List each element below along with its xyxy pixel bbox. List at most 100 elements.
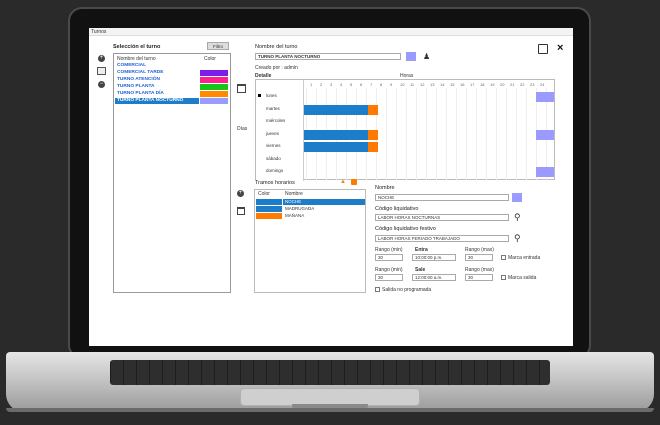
day-column: lunes martes miércoles jueves viernes sábado d… — [256, 80, 304, 181]
day-label: domingo — [266, 168, 284, 173]
shift-list-item[interactable]: TURNO PLANTA NOCTURNO — [115, 98, 199, 104]
shift-list-item[interactable]: COMERCIAL TARDE — [115, 70, 199, 76]
hour-tick: 19 — [490, 82, 495, 87]
rango-max-label-1: Rango (max) — [465, 247, 494, 253]
col-shift-name: Nombre del turno — [117, 56, 156, 62]
entra-field[interactable]: 10:00:00 p.m. — [412, 254, 456, 261]
schedule-bar[interactable] — [304, 129, 368, 140]
shift-list: Nombre del turno Color COMERCIAL COMERCIA… — [113, 53, 231, 293]
users-icon[interactable]: ♟ — [423, 52, 433, 61]
tramo-row[interactable]: MADRUGADA — [283, 206, 365, 212]
rango-max-field-1[interactable]: 30 — [465, 254, 493, 261]
tramo-color — [256, 213, 282, 219]
rango-min-label-2: Rango (min) — [375, 267, 403, 273]
schedule-bar[interactable] — [368, 129, 378, 140]
add-icon[interactable]: + — [98, 55, 105, 62]
shift-list-item[interactable]: TURNO ATENCIÓN — [115, 77, 199, 83]
cod-liq-label: Código liquidativo — [375, 206, 419, 212]
title-bar: Turnos — [89, 28, 573, 36]
rango-min-field-2[interactable]: 30 — [375, 274, 403, 281]
marca-salida-label: Marca salida — [508, 275, 537, 281]
rango-min-label-1: Rango (min) — [375, 247, 403, 253]
day-label: jueves — [266, 130, 280, 136]
salida-programada-checkbox[interactable] — [375, 287, 380, 292]
shift-name-field[interactable]: TURNO PLANTA NOCTURNO — [255, 53, 401, 60]
trash-icon[interactable] — [237, 84, 246, 93]
search-icon[interactable]: ⚲ — [514, 212, 521, 223]
copy-icon[interactable] — [97, 67, 106, 75]
schedule-bar[interactable] — [304, 104, 368, 115]
weekly-schedule-grid: lunes martes miércoles jueves viernes sábado d… — [255, 79, 555, 181]
grid-line — [406, 88, 407, 180]
nombre-field[interactable]: NOCHE — [375, 194, 509, 201]
schedule-bar[interactable] — [536, 129, 554, 140]
day-label: miércoles — [266, 118, 286, 123]
tramos-col-name: Nombre — [285, 191, 303, 197]
tramos-trash-icon[interactable] — [351, 179, 357, 185]
marca-salida-checkbox[interactable] — [501, 275, 506, 280]
remove-icon[interactable]: − — [98, 81, 105, 88]
collapse-icon[interactable]: ▲ — [340, 179, 346, 185]
hour-tick: 2 — [320, 82, 323, 87]
schedule-bar[interactable] — [536, 167, 554, 177]
add-tramo-icon[interactable]: + — [237, 190, 244, 197]
tramo-row[interactable]: MAÑANA — [283, 213, 365, 219]
rango-min-field-1[interactable]: 30 — [375, 254, 403, 261]
shift-color-swatch — [200, 98, 228, 104]
hour-tick: 10 — [400, 82, 405, 87]
shift-color-swatch — [200, 77, 228, 83]
hour-tick: 23 — [530, 82, 535, 87]
marca-entrada-label: Marca entrada — [508, 255, 541, 261]
grid-line — [486, 88, 487, 180]
hour-tick: 22 — [520, 82, 525, 87]
schedule-bar[interactable] — [368, 142, 378, 152]
delete-tramo-icon[interactable] — [237, 207, 245, 215]
cod-fest-field[interactable]: LABOR HORAS FERIADO TRABAJADO — [375, 235, 509, 242]
schedule-bar[interactable] — [304, 142, 368, 152]
hour-tick: 18 — [480, 82, 485, 87]
rango-max-label-2: Rango (max) — [465, 267, 494, 273]
schedule-bar[interactable] — [536, 92, 554, 102]
grid-line — [526, 88, 527, 180]
tramo-row[interactable]: NOCHE — [283, 199, 365, 205]
rango-max-field-2[interactable]: 30 — [465, 274, 493, 281]
shift-color-swatch — [200, 84, 228, 90]
keyboard — [110, 360, 550, 385]
day-label: sábado — [266, 155, 281, 161]
save-icon[interactable] — [538, 44, 548, 54]
shift-name-label: Nombre del turno — [255, 44, 298, 50]
close-icon[interactable]: × — [557, 43, 563, 54]
hour-tick: 1 — [310, 82, 313, 87]
grid-line — [506, 88, 507, 180]
shift-list-item[interactable]: TURNO PLANTA DÍA — [115, 91, 199, 97]
salida-programada-label: Salida no programada — [382, 287, 432, 293]
shift-color-swatch[interactable] — [406, 52, 416, 61]
shift-list-item[interactable]: TURNO PLANTA — [115, 84, 199, 90]
hour-tick: 13 — [430, 82, 435, 87]
search-festivo-icon[interactable]: ⚲ — [514, 233, 521, 244]
tramo-color-swatch[interactable] — [512, 193, 522, 202]
schedule-bar[interactable] — [368, 104, 378, 115]
grid-line — [416, 88, 417, 180]
hour-tick: 4 — [340, 82, 343, 87]
tramo-color — [256, 199, 282, 205]
hour-tick: 8 — [380, 82, 383, 87]
hour-tick: 12 — [420, 82, 425, 87]
grid-line — [396, 88, 397, 180]
tramos-table: Color Nombre NOCHE MADRUGADA MAÑANA — [254, 189, 366, 293]
day-label: martes — [266, 105, 280, 111]
cod-fest-label: Código liquidativo festivo — [375, 226, 436, 232]
day-label: viernes — [266, 143, 281, 148]
hour-tick: 20 — [500, 82, 505, 87]
laptop-scene: Turnos + − Selección el turno Filtro Nom… — [0, 0, 660, 425]
sale-field[interactable]: 12:00:00 a.m. — [412, 274, 456, 281]
app-window: Turnos + − Selección el turno Filtro Nom… — [89, 28, 573, 346]
cod-liq-field[interactable]: LABOR HORAS NOCTURNAS — [375, 214, 509, 221]
hour-tick: 16 — [460, 82, 465, 87]
hour-tick: 11 — [410, 82, 415, 87]
sale-label: Sale — [415, 267, 426, 273]
filter-button[interactable]: Filtro — [207, 42, 229, 50]
hour-tick: 9 — [390, 82, 393, 87]
marca-entrada-checkbox[interactable] — [501, 255, 506, 260]
shift-list-item[interactable]: COMERCIAL — [115, 63, 199, 69]
